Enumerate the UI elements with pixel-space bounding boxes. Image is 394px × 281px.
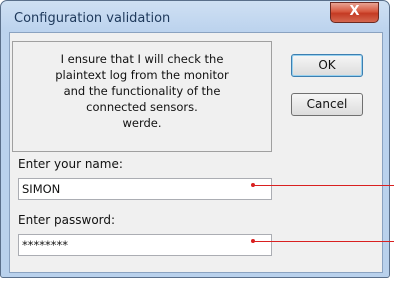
password-input[interactable]: ******** [18, 234, 272, 256]
window-title: Configuration validation [14, 11, 171, 26]
annotation-line-name [253, 185, 394, 186]
name-input[interactable]: SIMON [18, 178, 272, 200]
password-label: Enter password: [18, 213, 116, 227]
name-label: Enter your name: [18, 157, 123, 171]
message-text: I ensure that I will check the plaintext… [19, 51, 265, 131]
ok-button[interactable]: OK [291, 54, 363, 77]
message-line: connected sensors. [86, 100, 198, 114]
annotation-line-password [253, 241, 394, 242]
message-line: and the functionality of the [63, 84, 221, 98]
close-button[interactable]: X [330, 2, 379, 23]
dialog-window: Configuration validation X I ensure that… [0, 0, 390, 278]
message-line: werde. [122, 116, 162, 130]
dialog-client-area: I ensure that I will check the plaintext… [9, 32, 383, 273]
message-box: I ensure that I will check the plaintext… [12, 41, 272, 152]
cancel-button[interactable]: Cancel [291, 93, 363, 116]
message-line: plaintext log from the monitor [55, 68, 229, 82]
message-line: I ensure that I will check the [60, 52, 224, 66]
